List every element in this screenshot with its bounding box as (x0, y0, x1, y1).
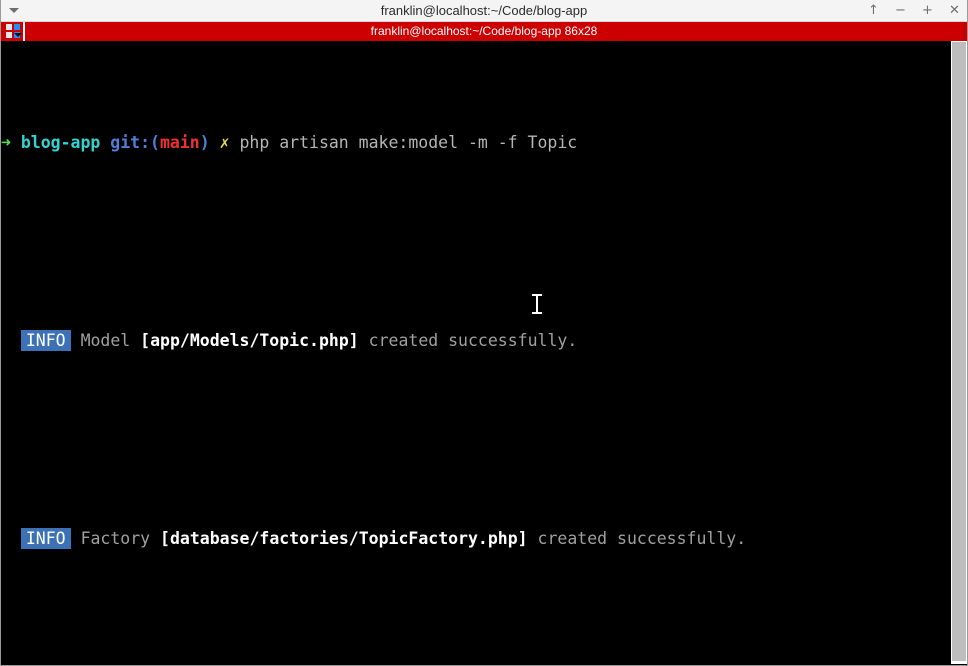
window-titlebar: franklin@localhost:~/Code/blog-app ↑ − +… (1, 0, 967, 22)
shade-button[interactable]: ↑ (867, 0, 880, 21)
tab-bar: franklin@localhost:~/Code/blog-app 86x28 (1, 22, 967, 41)
terminal-command-text: php artisan make:model -m -f Topic (239, 133, 578, 152)
terminal-line-command: ➜ blog-app git:(main) ✗ php artisan make… (1, 132, 951, 154)
window-menu-button[interactable] (1, 0, 27, 21)
info-subject: Factory (80, 529, 151, 548)
tab-divider (23, 22, 25, 41)
terminal-scrollbar[interactable] (951, 41, 967, 664)
window-title: franklin@localhost:~/Code/blog-app (380, 3, 588, 18)
info-suffix: created successfully. (537, 529, 747, 548)
tab-layout-icon (5, 24, 22, 39)
chevron-down-icon (9, 8, 19, 13)
prompt-git-open: git:( (110, 133, 160, 152)
prompt-git-close: ) (199, 133, 210, 152)
terminal-window: franklin@localhost:~/Code/blog-app ↑ − +… (0, 0, 968, 666)
tab-layout-button[interactable] (3, 22, 23, 41)
close-button[interactable]: ✕ (948, 0, 961, 21)
tab-active-label[interactable]: franklin@localhost:~/Code/blog-app 86x28 (1, 22, 967, 41)
prompt-directory: blog-app (20, 133, 101, 152)
status-badge-info: INFO (20, 330, 71, 351)
terminal-line-info-factory: INFO Factory [database/factories/TopicFa… (1, 528, 951, 550)
terminal-screen[interactable]: ➜ blog-app git:(main) ✗ php artisan make… (1, 41, 967, 664)
prompt-arrow-icon: ➜ (1, 133, 11, 152)
terminal-line-info-model: INFO Model [app/Models/Topic.php] create… (1, 330, 951, 352)
maximize-button[interactable]: + (921, 0, 934, 21)
prompt-git-branch: main (159, 133, 200, 152)
status-badge-info: INFO (20, 528, 71, 549)
info-suffix: created successfully. (368, 331, 578, 350)
terminal-scrollbar-thumb[interactable] (952, 42, 966, 661)
info-path: [database/factories/TopicFactory.php] (160, 529, 528, 548)
prompt-dirty-icon: ✗ (219, 133, 230, 152)
info-path: [app/Models/Topic.php] (140, 331, 359, 350)
minimize-button[interactable]: − (894, 0, 907, 21)
info-subject: Model (80, 331, 131, 350)
terminal-output: ➜ blog-app git:(main) ✗ php artisan make… (1, 41, 951, 664)
window-controls: ↑ − + ✕ (867, 0, 961, 21)
